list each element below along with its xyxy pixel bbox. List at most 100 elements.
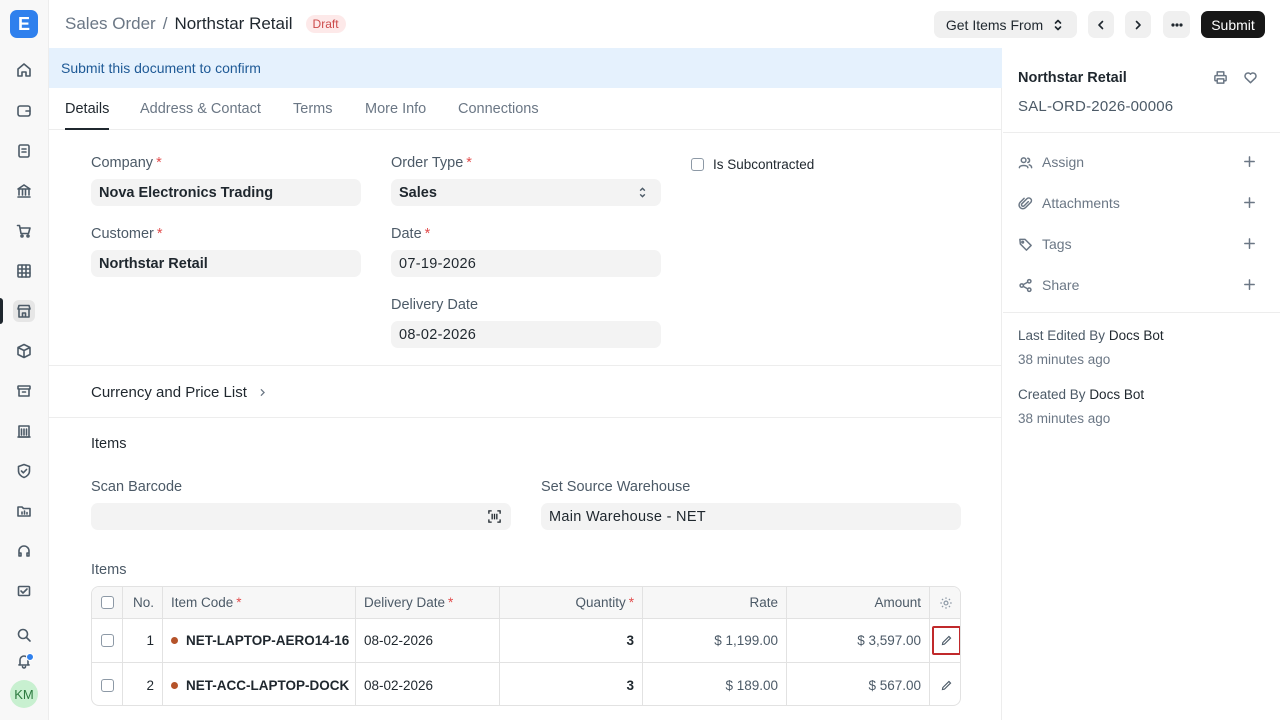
company-field[interactable]: Nova Electronics Trading bbox=[91, 179, 361, 206]
previous-doc-button[interactable] bbox=[1088, 11, 1114, 38]
table-row[interactable]: 2 NET-ACC-LAPTOP-DOCK 08-02-2026 3 $ 189… bbox=[92, 663, 960, 705]
row-quantity[interactable]: 3 bbox=[500, 619, 643, 662]
tab-address-contact[interactable]: Address & Contact bbox=[140, 101, 261, 117]
row-rate[interactable]: $ 189.00 bbox=[643, 663, 787, 705]
store-icon[interactable] bbox=[13, 300, 35, 322]
wallet-icon[interactable] bbox=[13, 100, 35, 122]
table-header: No. Item Code * Delivery Date * Quantity * … bbox=[92, 587, 960, 619]
cart-icon[interactable] bbox=[13, 220, 35, 242]
scan-barcode-input[interactable] bbox=[91, 503, 511, 530]
paperclip-icon bbox=[1018, 196, 1033, 209]
sidebar-title: Northstar Retail bbox=[1018, 70, 1127, 86]
scan-barcode-label: Scan Barcode bbox=[91, 479, 183, 495]
created-user[interactable]: Docs Bot bbox=[1089, 387, 1144, 402]
document-id: SAL-ORD-2026-00006 bbox=[1018, 98, 1174, 115]
header-amount: Amount bbox=[787, 587, 930, 618]
archive-icon[interactable] bbox=[13, 380, 35, 402]
last-edited-user[interactable]: Docs Bot bbox=[1109, 328, 1164, 343]
section-divider bbox=[49, 365, 1002, 366]
get-items-from-label: Get Items From bbox=[945, 16, 1044, 33]
row-checkbox[interactable] bbox=[100, 634, 114, 647]
ellipsis-icon bbox=[1170, 22, 1183, 27]
row-delivery-date[interactable]: 08-02-2026 bbox=[356, 619, 500, 662]
rail-active-indicator bbox=[0, 298, 3, 324]
status-badge: Draft bbox=[305, 15, 346, 33]
add-tag-button[interactable] bbox=[1242, 236, 1257, 254]
select-all-checkbox[interactable] bbox=[100, 596, 114, 609]
plus-icon bbox=[1244, 156, 1255, 167]
bank-icon[interactable] bbox=[13, 180, 35, 202]
barcode-scan-icon[interactable] bbox=[487, 509, 502, 524]
row-checkbox[interactable] bbox=[100, 678, 114, 692]
folder-chart-icon[interactable] bbox=[13, 500, 35, 522]
package-icon[interactable] bbox=[13, 340, 35, 362]
attachments-action[interactable]: Attachments bbox=[1018, 195, 1120, 211]
page-header: Sales Order / Northstar Retail Draft Get… bbox=[49, 0, 1280, 48]
handshake-icon[interactable] bbox=[13, 580, 35, 602]
row-item-code[interactable]: NET-LAPTOP-AERO14-16 bbox=[163, 619, 356, 662]
row-delivery-date[interactable]: 08-02-2026 bbox=[356, 663, 500, 705]
select-all-cell bbox=[92, 587, 123, 618]
last-edited-time: 38 minutes ago bbox=[1018, 352, 1111, 367]
last-edited-info: Last Edited By Docs Bot bbox=[1018, 328, 1164, 343]
breadcrumb-separator: / bbox=[162, 14, 168, 33]
more-actions-button[interactable] bbox=[1163, 11, 1190, 38]
home-icon[interactable] bbox=[13, 59, 35, 81]
header-item-code: Item Code * bbox=[163, 587, 356, 618]
row-rate[interactable]: $ 1,199.00 bbox=[643, 619, 787, 662]
app-rail: E KM bbox=[0, 0, 49, 720]
table-row[interactable]: 1 NET-LAPTOP-AERO14-16 08-02-2026 3 $ 1,… bbox=[92, 619, 960, 663]
header-rate: Rate bbox=[643, 587, 787, 618]
submit-button[interactable]: Submit bbox=[1201, 11, 1265, 38]
document-icon[interactable] bbox=[13, 140, 35, 162]
tab-more-info[interactable]: More Info bbox=[365, 101, 426, 117]
row-quantity[interactable]: 3 bbox=[500, 663, 643, 705]
info-banner: Submit this document to confirm bbox=[49, 48, 1002, 88]
add-share-button[interactable] bbox=[1242, 277, 1257, 295]
row-edit-button[interactable] bbox=[931, 626, 960, 655]
get-items-from-button[interactable]: Get Items From bbox=[934, 11, 1077, 38]
source-warehouse-field[interactable]: Main Warehouse - NET bbox=[541, 503, 961, 530]
items-table: No. Item Code * Delivery Date * Quantity * … bbox=[91, 586, 961, 706]
pencil-icon[interactable] bbox=[940, 679, 953, 692]
assign-action[interactable]: Assign bbox=[1018, 154, 1084, 170]
next-doc-button[interactable] bbox=[1125, 11, 1151, 38]
share-action[interactable]: Share bbox=[1018, 277, 1079, 293]
sidebar-divider bbox=[1003, 312, 1280, 313]
breadcrumb-parent[interactable]: Sales Order bbox=[65, 14, 156, 34]
row-item-code[interactable]: NET-ACC-LAPTOP-DOCK bbox=[163, 663, 356, 705]
is-subcontracted-label: Is Subcontracted bbox=[713, 157, 815, 172]
gear-icon[interactable] bbox=[939, 596, 953, 610]
customer-field[interactable]: Northstar Retail bbox=[91, 250, 361, 277]
app-logo[interactable]: E bbox=[10, 10, 38, 38]
add-assign-button[interactable] bbox=[1242, 154, 1257, 172]
tab-details[interactable]: Details bbox=[65, 101, 110, 130]
table-icon[interactable] bbox=[13, 260, 35, 282]
header-no: No. bbox=[123, 587, 163, 618]
tags-action[interactable]: Tags bbox=[1018, 236, 1072, 252]
order-type-select[interactable]: Sales bbox=[391, 179, 661, 206]
tab-terms[interactable]: Terms bbox=[293, 101, 332, 117]
column-settings-cell bbox=[930, 587, 960, 618]
currency-price-list-section[interactable]: Currency and Price List bbox=[91, 384, 268, 401]
tab-connections[interactable]: Connections bbox=[458, 101, 539, 117]
print-icon[interactable] bbox=[1213, 70, 1228, 88]
is-subcontracted-checkbox[interactable] bbox=[691, 158, 704, 171]
search-icon[interactable] bbox=[13, 624, 35, 646]
order-type-label: Order Type * bbox=[391, 155, 472, 171]
headset-icon[interactable] bbox=[13, 540, 35, 562]
date-field[interactable]: 07-19-2026 bbox=[391, 250, 661, 277]
delivery-date-field[interactable]: 08-02-2026 bbox=[391, 321, 661, 348]
heart-icon[interactable] bbox=[1243, 70, 1258, 88]
add-attachment-button[interactable] bbox=[1242, 195, 1257, 213]
header-delivery-date: Delivery Date * bbox=[356, 587, 500, 618]
created-time: 38 minutes ago bbox=[1018, 411, 1111, 426]
form-area: Submit this document to confirm Details … bbox=[49, 48, 1002, 720]
share-icon bbox=[1019, 278, 1032, 292]
building-icon[interactable] bbox=[13, 420, 35, 442]
header-quantity: Quantity * bbox=[500, 587, 643, 618]
user-avatar[interactable]: KM bbox=[10, 680, 38, 708]
shield-icon[interactable] bbox=[13, 460, 35, 482]
row-select-cell bbox=[92, 663, 123, 705]
row-no: 1 bbox=[123, 619, 163, 662]
